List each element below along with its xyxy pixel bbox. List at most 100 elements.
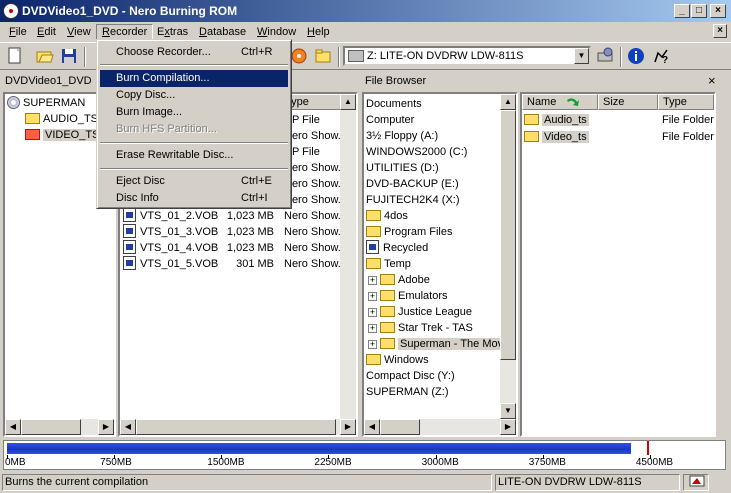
open-icon[interactable] bbox=[36, 47, 54, 65]
burn-status-icon bbox=[689, 475, 705, 487]
browser-tree-item[interactable]: FUJITECH2K4 (X:) bbox=[366, 192, 460, 208]
scroll-thumb[interactable] bbox=[136, 419, 336, 435]
browser-tree-item[interactable]: Windows bbox=[366, 352, 429, 368]
burn-icon[interactable] bbox=[290, 47, 308, 65]
mdi-close-button[interactable]: × bbox=[713, 24, 727, 38]
menu-help[interactable]: Help bbox=[302, 25, 335, 39]
minimize-button[interactable]: _ bbox=[674, 4, 690, 18]
browser-tree-item[interactable]: Temp bbox=[366, 256, 411, 272]
browser-tree-item[interactable]: Documents bbox=[366, 96, 422, 112]
menu-item-copy-disc[interactable]: Copy Disc... bbox=[100, 87, 288, 104]
file-row[interactable]: VTS_01_4.VOB bbox=[123, 240, 218, 256]
horizontal-scrollbar[interactable]: ◀ ▶ bbox=[364, 419, 516, 435]
video-file-icon bbox=[123, 256, 136, 270]
browser-tree-item[interactable]: Computer bbox=[366, 112, 414, 128]
file-row[interactable]: VTS_01_2.VOB bbox=[123, 208, 218, 224]
menu-item-disc-info[interactable]: Disc Info Ctrl+I bbox=[100, 190, 288, 207]
browser-tree-item[interactable]: + Adobe bbox=[368, 272, 430, 288]
capacity-tick-label: 3750MB bbox=[528, 457, 566, 468]
horizontal-scrollbar[interactable]: ◀ ▶ bbox=[120, 419, 356, 435]
column-header-size[interactable]: Size bbox=[598, 94, 658, 110]
menu-database[interactable]: Database bbox=[194, 25, 251, 39]
folder-icon bbox=[380, 306, 395, 317]
menu-item-erase-rewritable-disc[interactable]: Erase Rewritable Disc... bbox=[100, 147, 288, 164]
expand-icon[interactable]: + bbox=[368, 324, 377, 333]
folder-open-icon bbox=[25, 129, 40, 140]
menu-edit[interactable]: Edit bbox=[32, 25, 61, 39]
browser-tree-item[interactable]: Compact Disc (Y:) bbox=[366, 368, 455, 384]
list-item-audio-ts[interactable]: Audio_ts bbox=[524, 112, 589, 128]
browser-tree-item[interactable]: + Justice League bbox=[368, 304, 472, 320]
horizontal-scrollbar[interactable]: ◀ ▶ bbox=[5, 419, 114, 435]
recorder-drive-select[interactable]: Z: LITE-ON DVDRW LDW-811S ▼ bbox=[343, 46, 591, 66]
scroll-thumb[interactable] bbox=[21, 419, 81, 435]
column-header-name[interactable]: Name bbox=[522, 94, 598, 110]
scroll-right-button[interactable]: ▶ bbox=[340, 419, 356, 435]
expand-icon[interactable]: + bbox=[368, 308, 377, 317]
tree-item-video-ts[interactable]: VIDEO_TS bbox=[25, 127, 102, 143]
menu-window[interactable]: Window bbox=[252, 25, 301, 39]
list-item-video-ts[interactable]: Video_ts bbox=[524, 129, 589, 145]
menu-view[interactable]: View bbox=[62, 25, 96, 39]
file-row[interactable]: VTS_01_3.VOB bbox=[123, 224, 218, 240]
close-button[interactable]: × bbox=[710, 4, 726, 18]
browser-tree-item[interactable]: + Superman - The Movie bbox=[368, 336, 514, 352]
browser-tree-item[interactable]: Recycled bbox=[366, 240, 428, 256]
folder-icon bbox=[366, 354, 381, 365]
scroll-thumb[interactable] bbox=[380, 419, 420, 435]
file-browser-close-icon[interactable]: × bbox=[708, 73, 716, 91]
vertical-scrollbar[interactable]: ▲ ▼ bbox=[500, 94, 516, 419]
scroll-thumb[interactable] bbox=[500, 110, 516, 360]
scroll-right-button[interactable]: ▶ bbox=[500, 419, 516, 435]
help-icon[interactable]: ? bbox=[652, 47, 670, 66]
file-type: Nero Show... bbox=[284, 194, 347, 206]
menu-item-eject-disc[interactable]: Eject Disc Ctrl+E bbox=[100, 173, 288, 190]
file-row[interactable]: VTS_01_5.VOB bbox=[123, 256, 218, 272]
expand-icon[interactable]: + bbox=[368, 340, 377, 349]
expand-icon[interactable]: + bbox=[368, 276, 377, 285]
folder-browser-icon[interactable] bbox=[314, 47, 332, 65]
file-size: 1,023 MB bbox=[226, 226, 274, 238]
menu-item-shortcut: Ctrl+E bbox=[241, 175, 272, 187]
scroll-left-button[interactable]: ◀ bbox=[5, 419, 21, 435]
recorder-properties-icon[interactable] bbox=[596, 47, 614, 65]
scroll-left-button[interactable]: ◀ bbox=[120, 419, 136, 435]
browser-tree-label: Windows bbox=[384, 354, 429, 366]
scroll-down-button[interactable]: ▼ bbox=[500, 403, 516, 419]
save-icon[interactable] bbox=[60, 47, 78, 65]
scroll-right-button[interactable]: ▶ bbox=[98, 419, 114, 435]
browser-tree-item[interactable]: + Star Trek - TAS bbox=[368, 320, 473, 336]
scroll-up-button[interactable]: ▲ bbox=[340, 94, 356, 110]
browser-tree-item[interactable]: UTILITIES (D:) bbox=[366, 160, 439, 176]
scroll-up-button[interactable]: ▲ bbox=[500, 94, 516, 110]
browser-tree-item[interactable]: Program Files bbox=[366, 224, 452, 240]
menu-recorder[interactable]: Recorder bbox=[96, 24, 154, 40]
capacity-tick-label: 4500MB bbox=[635, 457, 674, 468]
info-icon[interactable] bbox=[627, 47, 645, 65]
browser-tree-item[interactable]: WINDOWS2000 (C:) bbox=[366, 144, 467, 160]
chevron-down-icon[interactable]: ▼ bbox=[574, 48, 589, 64]
nero-app-icon[interactable] bbox=[3, 3, 19, 19]
menu-item-burn-compilation[interactable]: Burn Compilation... bbox=[100, 70, 288, 87]
menu-item-choose-recorder[interactable]: Choose Recorder... Ctrl+R bbox=[100, 44, 288, 61]
browser-tree-item[interactable]: 4dos bbox=[366, 208, 408, 224]
new-icon[interactable] bbox=[6, 47, 24, 65]
menu-item-burn-image[interactable]: Burn Image... bbox=[100, 104, 288, 121]
browser-tree-item[interactable]: SUPERMAN (Z:) bbox=[366, 384, 449, 400]
browser-tree-item[interactable]: + Emulators bbox=[368, 288, 448, 304]
column-header-type[interactable]: Type bbox=[658, 94, 714, 110]
browser-tree-item[interactable]: 3½ Floppy (A:) bbox=[366, 128, 438, 144]
menu-extras[interactable]: Extras bbox=[152, 25, 193, 39]
tree-item-root[interactable]: SUPERMAN bbox=[7, 95, 85, 111]
browser-tree-item[interactable]: DVD-BACKUP (E:) bbox=[366, 176, 459, 192]
vertical-scrollbar[interactable]: ▲ bbox=[340, 94, 356, 423]
scroll-left-button[interactable]: ◀ bbox=[364, 419, 380, 435]
menu-file[interactable]: File bbox=[4, 25, 32, 39]
maximize-button[interactable]: □ bbox=[691, 4, 707, 18]
browser-tree-label: Documents bbox=[366, 98, 422, 110]
folder-icon bbox=[366, 226, 381, 237]
folder-icon bbox=[366, 258, 381, 269]
expand-icon[interactable]: + bbox=[368, 292, 377, 301]
tree-item-audio-ts[interactable]: AUDIO_TS bbox=[25, 111, 98, 127]
folder-icon bbox=[25, 113, 40, 124]
